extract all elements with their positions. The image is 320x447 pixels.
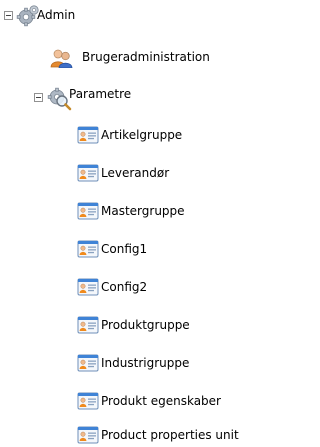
tree-node-config2[interactable]: Config2 — [0, 276, 255, 298]
tree-node-label: Mastergruppe — [101, 204, 185, 218]
tree-node-label: Admin — [37, 8, 76, 22]
tree-node-label: Parametre — [69, 87, 132, 101]
tree-node-industrigruppe[interactable]: Industrigruppe — [0, 352, 255, 374]
tree-node-label: Leverandør — [101, 166, 170, 180]
tree-node-label: Config2 — [101, 280, 148, 294]
tree-node-label: Industrigruppe — [101, 356, 190, 370]
tree-node-brugeradministration[interactable]: Brugeradministration — [0, 46, 255, 71]
form-card-icon — [77, 392, 99, 413]
users-icon — [50, 48, 74, 71]
form-card-icon — [77, 126, 99, 147]
tree-node-label: Produkt egenskaber — [101, 394, 221, 408]
form-card-icon — [77, 316, 99, 337]
tree-node-label: Produktgruppe — [101, 318, 190, 332]
tree-node-produktgruppe[interactable]: Produktgruppe — [0, 314, 255, 336]
tree-node-mastergruppe[interactable]: Mastergruppe — [0, 200, 255, 222]
tree-node-label: Config1 — [101, 242, 148, 256]
tree-node-produkt-egenskaber[interactable]: Produkt egenskaber — [0, 390, 255, 412]
tree-node-admin[interactable]: Admin — [0, 4, 255, 27]
form-card-icon — [77, 426, 99, 447]
tree-node-artikelgruppe[interactable]: Artikelgruppe — [0, 124, 255, 146]
tree-node-label: Brugeradministration — [82, 50, 210, 64]
tree-node-parametre[interactable]: Parametre — [0, 85, 255, 111]
tree-node-label: Artikelgruppe — [101, 128, 183, 142]
tree-node-leverandør[interactable]: Leverandør — [0, 162, 255, 184]
form-card-icon — [77, 164, 99, 185]
form-card-icon — [77, 278, 99, 299]
tree-node-label: Product properties unit — [101, 428, 239, 442]
tree-node-config1[interactable]: Config1 — [0, 238, 255, 260]
collapse-toggle[interactable] — [34, 93, 43, 102]
collapse-toggle[interactable] — [4, 11, 13, 20]
form-card-icon — [77, 202, 99, 223]
form-card-icon — [77, 354, 99, 375]
form-card-icon — [77, 240, 99, 261]
